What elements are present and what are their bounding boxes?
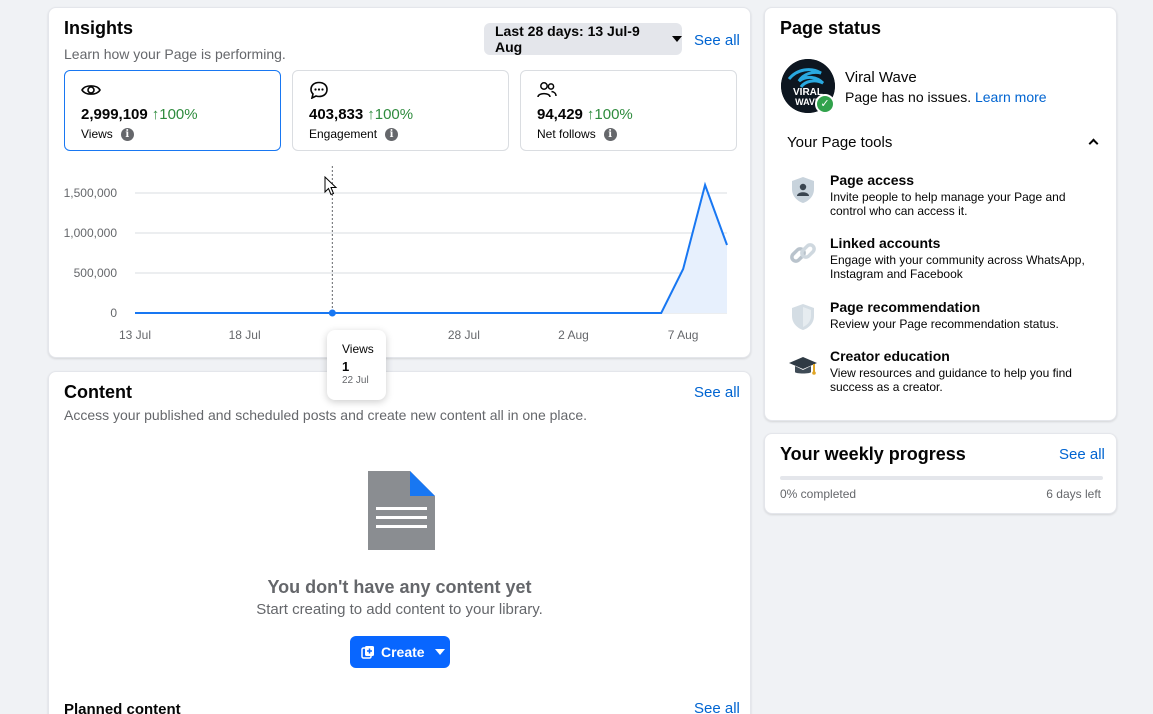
shield-icon — [792, 304, 814, 330]
page-tools-title: Your Page tools — [787, 134, 893, 151]
shield-person-icon — [792, 177, 814, 203]
metric-card-engagement[interactable]: 403,833 ↑100% Engagement i — [292, 70, 509, 151]
page-name: Viral Wave — [845, 69, 917, 86]
hover-point — [328, 309, 336, 317]
x-tick-label: 7 Aug — [668, 328, 699, 342]
series-area-views — [135, 185, 727, 313]
info-icon[interactable]: i — [385, 127, 399, 141]
empty-document-illustration — [368, 471, 435, 550]
info-icon[interactable]: i — [603, 127, 617, 141]
page-issues-text: Page has no issues. Learn more — [845, 89, 1047, 105]
weekly-see-all-link[interactable]: See all — [1059, 446, 1105, 463]
info-icon[interactable]: i — [120, 127, 134, 141]
create-button[interactable]: Create — [350, 636, 450, 668]
tool-description: Invite people to help manage your Page a… — [830, 190, 1066, 218]
chart-tooltip: Views 1 22 Jul — [327, 330, 386, 400]
tooltip-value: 1 — [342, 359, 350, 374]
tool-description: View resources and guidance to help you … — [830, 366, 1072, 394]
metric-value: 403,833 ↑100% — [309, 106, 414, 123]
tooltip-label: Views — [342, 342, 374, 356]
tool-name: Linked accounts — [830, 235, 941, 251]
caret-down-icon — [672, 36, 682, 42]
views-area-chart[interactable]: 0 500,000 1,000,000 1,500,000 13 Jul 18 Jul 28… — [49, 158, 752, 358]
y-tick-label: 1,500,000 — [64, 186, 118, 200]
x-tick-label: 2 Aug — [558, 328, 589, 342]
content-subtitle: Access your published and scheduled post… — [64, 407, 588, 423]
series-line-views — [135, 181, 728, 314]
caret-down-icon — [434, 649, 445, 655]
tool-description: Engage with your community across WhatsA… — [830, 253, 1085, 281]
learn-more-link[interactable]: Learn more — [975, 89, 1047, 105]
metric-value: 94,429 ↑100% — [537, 106, 633, 123]
verified-check-icon: ✓ — [815, 94, 835, 114]
empty-state-subtitle: Start creating to add content to your li… — [256, 601, 543, 618]
tool-name: Page recommendation — [830, 299, 981, 315]
metric-label: Engagement i — [309, 127, 399, 141]
planned-content-title: Planned content — [64, 701, 181, 714]
metric-card-views[interactable]: 2,999,109 ↑100% Views i — [64, 70, 281, 151]
link-icon — [790, 243, 816, 263]
graduation-cap-icon — [789, 357, 817, 375]
insights-subtitle: Learn how your Page is performing. — [64, 46, 286, 62]
content-card: Content Access your published and schedu… — [48, 371, 751, 714]
content-title: Content — [64, 382, 132, 402]
tool-description: Review your Page recommendation status. — [830, 317, 1059, 331]
date-range-dropdown[interactable]: Last 28 days: 13 Jul-9 Aug — [484, 23, 682, 55]
insights-title: Insights — [64, 18, 134, 38]
y-tick-label: 0 — [110, 306, 117, 320]
page-status-title: Page status — [780, 18, 882, 38]
tool-name: Creator education — [830, 348, 950, 364]
progress-bar — [780, 476, 1103, 480]
mouse-cursor-icon — [324, 176, 338, 196]
x-tick-label: 13 Jul — [119, 328, 151, 342]
chat-bubble-icon — [310, 81, 328, 99]
metric-card-net-follows[interactable]: 94,429 ↑100% Net follows i — [520, 70, 737, 151]
x-tick-label: 18 Jul — [229, 328, 261, 342]
date-range-label: Last 28 days: 13 Jul-9 Aug — [495, 23, 640, 55]
weekly-progress-title: Your weekly progress — [780, 444, 966, 464]
progress-days-left: 6 days left — [1046, 487, 1101, 501]
y-tick-label: 1,000,000 — [64, 226, 118, 240]
content-see-all-link[interactable]: See all — [694, 384, 740, 401]
insights-card: Insights Learn how your Page is performi… — [48, 7, 751, 358]
planned-see-all-link[interactable]: See all — [694, 700, 740, 714]
weekly-progress-card: Your weekly progress See all 0% complete… — [764, 433, 1117, 514]
page-status-card: Page status VIRAL WAVE ✓ Viral Wave Page… — [764, 7, 1117, 421]
people-icon — [537, 82, 557, 98]
eye-icon — [81, 85, 101, 95]
create-post-icon — [361, 646, 374, 659]
tool-name: Page access — [830, 172, 915, 188]
page-tools-toggle[interactable]: Your Page tools — [787, 134, 1099, 151]
y-tick-label: 500,000 — [74, 266, 118, 280]
progress-completed: 0% completed — [780, 487, 857, 501]
tooltip-date: 22 Jul — [342, 375, 369, 386]
empty-state-title: You don't have any content yet — [267, 577, 532, 597]
metric-label: Views i — [81, 127, 134, 141]
x-tick-label: 28 Jul — [448, 328, 480, 342]
metric-value: 2,999,109 ↑100% — [81, 106, 198, 123]
chevron-up-icon — [1088, 138, 1099, 149]
metric-label: Net follows i — [537, 127, 617, 141]
create-button-label: Create — [381, 644, 425, 660]
insights-see-all-link[interactable]: See all — [694, 32, 740, 49]
